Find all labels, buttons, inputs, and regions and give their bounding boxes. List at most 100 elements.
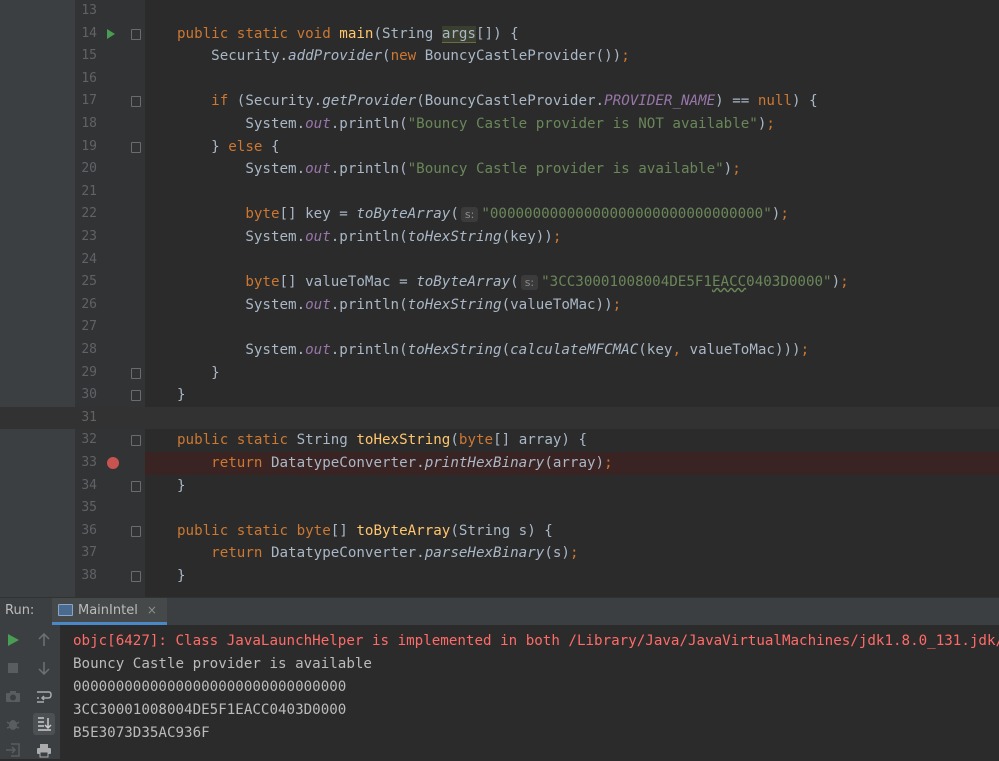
console-line: B5E3073D35AC936F bbox=[73, 725, 210, 741]
code-line[interactable]: 29 } bbox=[0, 362, 999, 385]
stop-icon bbox=[8, 663, 18, 673]
line-number: 13 bbox=[81, 3, 97, 18]
code-text[interactable]: System.out.println(toHexString(key)); bbox=[145, 226, 999, 249]
run-gutter-icon[interactable] bbox=[107, 28, 115, 39]
code-line[interactable]: 31 bbox=[0, 406, 999, 430]
bug-icon bbox=[6, 720, 20, 730]
code-text[interactable]: } bbox=[145, 362, 999, 385]
line-number: 27 bbox=[81, 319, 97, 335]
code-text[interactable]: public static byte[] toByteArray(String … bbox=[145, 520, 999, 543]
code-line[interactable]: 16 bbox=[0, 68, 999, 91]
code-line[interactable]: 14 public static void main(String args[])… bbox=[0, 23, 999, 46]
printer-icon bbox=[37, 744, 51, 758]
fold-marker-icon[interactable] bbox=[131, 480, 141, 492]
rerun-button[interactable] bbox=[2, 629, 24, 651]
tab-label: MainIntel bbox=[78, 602, 138, 618]
code-line[interactable]: 36 public static byte[] toByteArray(Strin… bbox=[0, 520, 999, 543]
run-toolbar bbox=[0, 625, 60, 759]
code-text[interactable]: } bbox=[145, 565, 999, 588]
code-text[interactable]: System.out.println("Bouncy Castle provid… bbox=[145, 158, 999, 181]
code-text[interactable]: } else { bbox=[145, 136, 999, 159]
fold-marker-icon[interactable] bbox=[131, 525, 141, 537]
print-button[interactable] bbox=[33, 739, 55, 761]
line-number: 37 bbox=[81, 545, 97, 561]
code-line[interactable]: 26 System.out.println(toHexString(valueT… bbox=[0, 294, 999, 317]
fold-marker-icon[interactable] bbox=[131, 141, 141, 153]
camera-icon bbox=[6, 691, 20, 702]
line-number: 35 bbox=[81, 500, 97, 516]
code-text[interactable]: return DatatypeConverter.parseHexBinary(… bbox=[145, 542, 999, 565]
code-text[interactable]: return DatatypeConverter.printHexBinary(… bbox=[145, 452, 999, 475]
code-line[interactable]: 32 public static String toHexString(byte[… bbox=[0, 429, 999, 452]
scroll-to-end-icon bbox=[38, 717, 52, 731]
code-line[interactable]: 35 bbox=[0, 497, 999, 520]
line-number: 21 bbox=[81, 183, 97, 199]
code-line[interactable]: 27 bbox=[0, 316, 999, 339]
line-number: 31 bbox=[81, 409, 97, 425]
line-number: 23 bbox=[81, 229, 97, 244]
run-label: Run: bbox=[5, 603, 35, 618]
code-line[interactable]: 18 System.out.println("Bouncy Castle pro… bbox=[0, 113, 999, 136]
line-number: 14 bbox=[81, 25, 97, 41]
code-line[interactable]: 22 byte[] key = toByteArray(s: "000000000… bbox=[0, 203, 999, 226]
stop-button[interactable] bbox=[2, 657, 24, 679]
breakpoint-icon[interactable] bbox=[107, 457, 119, 469]
code-text[interactable]: Security.addProvider(new BouncyCastlePro… bbox=[145, 45, 999, 68]
code-line[interactable]: 13 bbox=[0, 0, 999, 23]
debug-button[interactable] bbox=[2, 713, 24, 735]
code-text[interactable]: System.out.println(toHexString(valueToMa… bbox=[145, 294, 999, 317]
code-line[interactable]: 28 System.out.println(toHexString(calcul… bbox=[0, 339, 999, 362]
code-line[interactable]: 20 System.out.println("Bouncy Castle pro… bbox=[0, 158, 999, 181]
soft-wrap-button[interactable] bbox=[33, 685, 55, 707]
line-number: 25 bbox=[81, 274, 97, 290]
code-text[interactable]: } bbox=[145, 384, 999, 407]
code-editor[interactable]: 13 14 public static void main(String args[… bbox=[0, 0, 999, 597]
line-number: 36 bbox=[81, 522, 97, 538]
line-number: 38 bbox=[81, 568, 97, 583]
code-text[interactable]: } bbox=[145, 475, 999, 498]
application-icon bbox=[58, 604, 73, 616]
code-text[interactable]: byte[] key = toByteArray(s: "000000000000… bbox=[145, 203, 999, 226]
code-text[interactable]: public static String toHexString(byte[] … bbox=[145, 429, 999, 452]
code-line[interactable]: 34} bbox=[0, 475, 999, 498]
code-text[interactable]: if (Security.getProvider(BouncyCastlePro… bbox=[145, 90, 999, 113]
fold-marker-icon[interactable] bbox=[131, 390, 141, 402]
code-line[interactable]: 30} bbox=[0, 384, 999, 407]
fold-marker-icon[interactable] bbox=[131, 435, 141, 447]
code-line[interactable]: 23 System.out.println(toHexString(key)); bbox=[0, 226, 999, 249]
line-number: 34 bbox=[81, 477, 97, 493]
line-number: 26 bbox=[81, 296, 97, 312]
line-number: 15 bbox=[81, 48, 97, 64]
scroll-to-end-button[interactable] bbox=[33, 713, 55, 735]
code-line[interactable]: 15 Security.addProvider(new BouncyCastle… bbox=[0, 45, 999, 68]
code-text[interactable]: System.out.println(toHexString(calculate… bbox=[145, 339, 999, 362]
scroll-up-button[interactable] bbox=[33, 629, 55, 651]
fold-marker-icon[interactable] bbox=[131, 28, 141, 40]
code-line[interactable]: 21 bbox=[0, 181, 999, 204]
code-line[interactable]: 17 if (Security.getProvider(BouncyCastle… bbox=[0, 90, 999, 113]
code-text[interactable]: public static void main(String args[]) { bbox=[145, 23, 999, 46]
scroll-down-button[interactable] bbox=[33, 657, 55, 679]
line-number: 16 bbox=[81, 70, 97, 86]
tab-run-configuration[interactable]: MainIntel × bbox=[52, 598, 167, 625]
screenshot-button[interactable] bbox=[2, 685, 24, 707]
fold-marker-icon[interactable] bbox=[131, 367, 141, 379]
line-number: 20 bbox=[81, 161, 97, 177]
code-line[interactable]: 24 bbox=[0, 249, 999, 272]
code-line[interactable]: 37 return DatatypeConverter.parseHexBina… bbox=[0, 542, 999, 565]
code-text[interactable]: byte[] valueToMac = toByteArray(s: "3CC30… bbox=[145, 271, 999, 294]
code-text[interactable]: System.out.println("Bouncy Castle provid… bbox=[145, 113, 999, 136]
close-tab-icon[interactable]: × bbox=[147, 603, 157, 617]
console-line: 3CC30001008004DE5F1EACC0403D0000 bbox=[73, 702, 347, 718]
line-number: 33 bbox=[81, 455, 97, 470]
fold-marker-icon[interactable] bbox=[131, 96, 141, 108]
console-output[interactable]: objc[6427]: Class JavaLaunchHelper is im… bbox=[60, 625, 999, 759]
code-line[interactable]: 25 byte[] valueToMac = toByteArray(s: "3C… bbox=[0, 271, 999, 294]
exit-icon bbox=[6, 743, 20, 757]
code-line[interactable]: 19 } else { bbox=[0, 136, 999, 159]
fold-marker-icon[interactable] bbox=[131, 571, 141, 582]
code-line[interactable]: 33 return DatatypeConverter.printHexBina… bbox=[0, 452, 999, 475]
code-line[interactable]: 38} bbox=[0, 565, 999, 588]
console-clipped-line bbox=[60, 625, 999, 627]
exit-button[interactable] bbox=[2, 739, 24, 761]
